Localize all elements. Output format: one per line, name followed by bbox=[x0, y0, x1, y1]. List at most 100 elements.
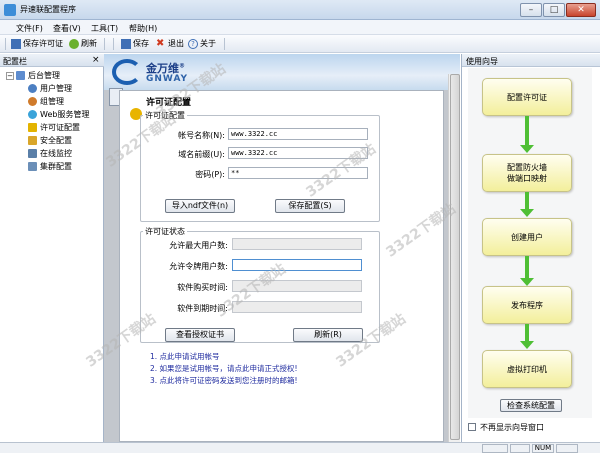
save-license-button[interactable]: 保存许可证 bbox=[11, 38, 63, 50]
expire-time-label: 软件到期时间: bbox=[177, 304, 228, 313]
lock-icon bbox=[28, 136, 37, 145]
step-create-user[interactable]: 创建用户 bbox=[482, 218, 572, 256]
wizard-title: 使用向导 bbox=[466, 57, 498, 66]
save-label: 保存 bbox=[133, 39, 149, 48]
password-field[interactable]: ** bbox=[228, 167, 368, 179]
sidebar-item-label: 许可证配置 bbox=[40, 123, 80, 132]
refresh-label: 刷新 bbox=[81, 39, 97, 48]
save-license-label: 保存许可证 bbox=[23, 39, 63, 48]
toolbar-separator bbox=[224, 38, 225, 50]
group-label: 许可证配置 bbox=[143, 110, 187, 121]
step-license[interactable]: 配置许可证 bbox=[482, 78, 572, 116]
refresh-status-button[interactable]: 刷新(R) bbox=[293, 328, 363, 342]
hide-wizard-checkbox[interactable] bbox=[468, 423, 476, 431]
purchase-time-label: 软件购买时间: bbox=[177, 283, 228, 292]
tree-root-label: 后台管理 bbox=[28, 71, 60, 80]
arrow-down-icon bbox=[520, 209, 534, 217]
logo-banner: 金万维® GNWAY bbox=[104, 54, 460, 90]
monitor-icon bbox=[28, 149, 37, 158]
save-icon bbox=[11, 39, 21, 49]
toolbar: 保存许可证 刷新 保存 ✖ 退出 ? 关于 bbox=[0, 35, 600, 53]
minimize-button[interactable]: – bbox=[520, 3, 542, 17]
refresh-button[interactable]: 刷新 bbox=[69, 38, 97, 50]
vertical-scrollbar[interactable] bbox=[448, 74, 460, 442]
toolbar-grip bbox=[5, 38, 6, 50]
wizard-panel: 使用向导 配置许可证 配置防火墙 做端口映射 创建用户 发布程序 虚拟打印机 检… bbox=[461, 54, 600, 442]
refresh-icon bbox=[69, 39, 79, 49]
exit-label: 退出 bbox=[168, 39, 184, 48]
scrollbar-thumb[interactable] bbox=[450, 74, 460, 440]
app-icon bbox=[4, 4, 16, 16]
max-users-field bbox=[232, 238, 362, 250]
help-icon: ? bbox=[188, 39, 198, 49]
hide-wizard-label: 不再显示向导窗口 bbox=[480, 423, 544, 432]
save-button[interactable]: 保存 bbox=[121, 38, 149, 50]
server-icon bbox=[28, 162, 37, 171]
step-firewall[interactable]: 配置防火墙 做端口映射 bbox=[482, 154, 572, 192]
logo-subtext: GNWAY bbox=[146, 74, 189, 84]
expire-time-field bbox=[232, 301, 362, 313]
arrow-down-icon bbox=[520, 278, 534, 286]
sidebar-header: 配置栏 × bbox=[0, 54, 104, 67]
max-users-label: 允许最大用户数: bbox=[169, 241, 228, 250]
token-users-field[interactable] bbox=[232, 259, 362, 271]
status-pane bbox=[510, 444, 530, 453]
account-field[interactable]: www.3322.cc bbox=[228, 128, 368, 140]
sidebar-item-web[interactable]: Web服务管理 bbox=[28, 109, 89, 120]
title-bar: 异速联配置程序 – □ ✕ bbox=[0, 0, 600, 20]
import-ndf-button[interactable]: 导入ndf文件(n) bbox=[165, 199, 235, 213]
menu-file[interactable]: 文件(F) bbox=[16, 23, 43, 34]
gnway-logo-icon bbox=[112, 59, 142, 85]
sidebar-item-label: 用户管理 bbox=[40, 84, 72, 93]
user-icon bbox=[28, 84, 37, 93]
sidebar-close-icon[interactable]: × bbox=[92, 55, 100, 65]
group-icon bbox=[28, 97, 37, 106]
save-config-button[interactable]: 保存配置(S) bbox=[275, 199, 345, 213]
note-apply-formal-link[interactable]: 2. 如果您是试用帐号，请点此申请正式授权! bbox=[150, 363, 298, 374]
collapse-icon[interactable]: − bbox=[6, 71, 14, 80]
purchase-time-field bbox=[232, 280, 362, 292]
note-send-password-link[interactable]: 3. 点此将许可证密码发送到您注册时的邮箱! bbox=[150, 375, 298, 386]
status-pane bbox=[482, 444, 508, 453]
close-button[interactable]: ✕ bbox=[566, 3, 596, 17]
menu-tools[interactable]: 工具(T) bbox=[91, 23, 118, 34]
sidebar-item-cluster[interactable]: 集群配置 bbox=[28, 161, 72, 172]
note-apply-trial-link[interactable]: 1. 点此申请试用帐号 bbox=[150, 351, 220, 362]
globe-icon bbox=[28, 110, 37, 119]
computer-icon bbox=[16, 71, 25, 80]
menu-help[interactable]: 帮助(H) bbox=[129, 23, 157, 34]
about-button[interactable]: ? 关于 bbox=[188, 38, 216, 50]
sidebar-item-security[interactable]: 安全配置 bbox=[28, 135, 72, 146]
check-system-config-button[interactable]: 检查系统配置 bbox=[500, 399, 562, 412]
wizard-flow: 配置许可证 配置防火墙 做端口映射 创建用户 发布程序 虚拟打印机 bbox=[468, 68, 592, 418]
sidebar-item-groups[interactable]: 组管理 bbox=[28, 96, 64, 107]
toolbar-separator bbox=[104, 38, 105, 50]
view-cert-button[interactable]: 查看授权证书 bbox=[165, 328, 235, 342]
sidebar-item-label: 集群配置 bbox=[40, 162, 72, 171]
domain-label: 域名前缀(U): bbox=[178, 150, 225, 159]
window-title: 异速联配置程序 bbox=[20, 5, 76, 14]
exit-x-icon: ✖ bbox=[156, 38, 165, 49]
sidebar-item-label: 组管理 bbox=[40, 97, 64, 106]
exit-button[interactable]: ✖ 退出 bbox=[156, 38, 184, 50]
tree-root-backend[interactable]: − 后台管理 bbox=[6, 70, 60, 81]
password-label: 密码(P): bbox=[195, 170, 225, 179]
step-publish[interactable]: 发布程序 bbox=[482, 286, 572, 324]
logo-mark: ® bbox=[179, 62, 185, 70]
sidebar-item-license[interactable]: 许可证配置 bbox=[28, 122, 80, 133]
sidebar-title: 配置栏 bbox=[3, 57, 27, 66]
step-printer[interactable]: 虚拟打印机 bbox=[482, 350, 572, 388]
account-label: 帐号名称(N): bbox=[178, 131, 225, 140]
status-bar: NUM bbox=[0, 442, 600, 453]
arrow-shaft bbox=[525, 256, 529, 280]
sidebar-item-monitor[interactable]: 在线监控 bbox=[28, 148, 72, 159]
sidebar-item-label: 在线监控 bbox=[40, 149, 72, 158]
num-indicator: NUM bbox=[532, 444, 554, 453]
status-pane bbox=[556, 444, 578, 453]
config-sidebar: 配置栏 × − 后台管理 用户管理 组管理 Web服务管理 许可证配置 安全配置… bbox=[0, 54, 104, 442]
domain-field[interactable]: www.3322.cc bbox=[228, 147, 368, 159]
key-icon bbox=[28, 123, 37, 132]
maximize-button[interactable]: □ bbox=[543, 3, 565, 17]
menu-view[interactable]: 查看(V) bbox=[53, 23, 81, 34]
sidebar-item-users[interactable]: 用户管理 bbox=[28, 83, 72, 94]
